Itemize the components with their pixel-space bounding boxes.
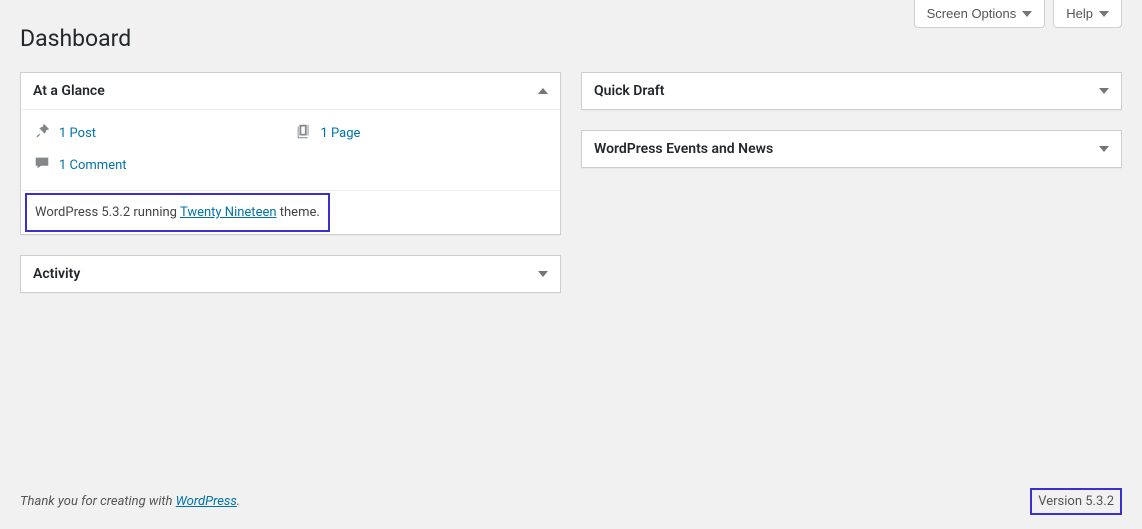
activity-header[interactable]: Activity <box>21 256 560 292</box>
footer: Thank you for creating with WordPress. V… <box>0 474 1142 529</box>
wordpress-link[interactable]: WordPress <box>176 494 237 509</box>
pages-icon <box>295 122 313 144</box>
chevron-down-icon <box>1022 11 1032 17</box>
pin-icon <box>33 122 51 144</box>
at-a-glance-title: At a Glance <box>33 83 105 99</box>
help-label: Help <box>1066 6 1093 21</box>
footer-version: Version 5.3.2 <box>1030 488 1122 515</box>
chevron-down-icon <box>1099 146 1109 152</box>
glance-comments-label: 1 Comment <box>59 158 127 173</box>
chevron-down-icon <box>1099 11 1109 17</box>
at-a-glance-body: 1 Post 1 Page 1 Comment <box>21 110 560 234</box>
comment-icon <box>33 154 51 176</box>
glance-comments-link[interactable]: 1 Comment <box>33 154 287 176</box>
column-left: At a Glance 1 Post 1 Page <box>20 72 561 293</box>
chevron-down-icon <box>1099 88 1109 94</box>
at-a-glance-header[interactable]: At a Glance <box>21 73 560 110</box>
quick-draft-box: Quick Draft <box>581 72 1122 110</box>
at-a-glance-box: At a Glance 1 Post 1 Page <box>20 72 561 235</box>
dashboard-columns: At a Glance 1 Post 1 Page <box>0 72 1142 293</box>
top-tab-row: Screen Options Help <box>914 0 1122 28</box>
footer-prefix: Thank you for creating with <box>20 494 176 509</box>
wp-news-header[interactable]: WordPress Events and News <box>582 131 1121 167</box>
theme-link[interactable]: Twenty Nineteen <box>180 205 277 220</box>
screen-options-label: Screen Options <box>927 6 1017 21</box>
wp-news-box: WordPress Events and News <box>581 130 1122 168</box>
quick-draft-title: Quick Draft <box>594 83 664 99</box>
chevron-up-icon <box>538 88 548 94</box>
wp-news-title: WordPress Events and News <box>594 141 773 157</box>
glance-posts-link[interactable]: 1 Post <box>33 122 287 144</box>
help-button[interactable]: Help <box>1053 0 1122 28</box>
version-suffix: theme. <box>277 205 320 220</box>
footer-suffix: . <box>237 494 240 509</box>
activity-box: Activity <box>20 255 561 293</box>
version-line-wrap: WordPress 5.3.2 running Twenty Nineteen … <box>21 190 560 234</box>
footer-credit: Thank you for creating with WordPress. <box>20 494 240 509</box>
screen-options-button[interactable]: Screen Options <box>914 0 1046 28</box>
chevron-down-icon <box>538 271 548 277</box>
quick-draft-header[interactable]: Quick Draft <box>582 73 1121 109</box>
version-prefix: WordPress 5.3.2 running <box>35 205 180 220</box>
glance-posts-label: 1 Post <box>59 126 96 141</box>
glance-grid: 1 Post 1 Page 1 Comment <box>33 122 548 176</box>
column-right: Quick Draft WordPress Events and News <box>581 72 1122 293</box>
glance-pages-label: 1 Page <box>321 126 361 141</box>
wp-version-line: WordPress 5.3.2 running Twenty Nineteen … <box>25 193 330 232</box>
activity-title: Activity <box>33 266 80 282</box>
glance-pages-link[interactable]: 1 Page <box>295 122 549 144</box>
